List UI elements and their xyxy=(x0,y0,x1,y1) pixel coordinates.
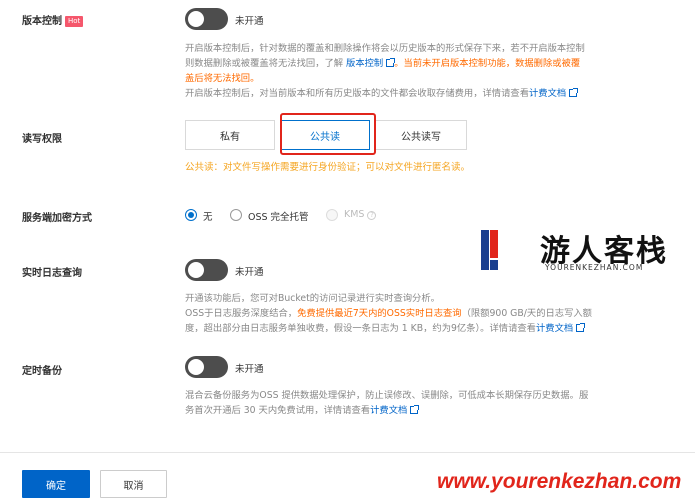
realtime-log-toggle[interactable] xyxy=(185,259,228,281)
watermark-logo-icon xyxy=(478,228,500,274)
highlight-box xyxy=(280,113,376,155)
versioning-doc-link[interactable]: 版本控制 xyxy=(346,58,396,69)
encryption-option-none[interactable]: 无 xyxy=(203,209,213,223)
encryption-label: 服务端加密方式 xyxy=(22,213,92,224)
acl-label: 读写权限 xyxy=(22,134,62,145)
help-icon[interactable]: ? xyxy=(367,211,377,220)
toggle-knob xyxy=(188,262,204,278)
realtime-log-toggle-state: 未开通 xyxy=(235,267,264,278)
versioning-label: 版本控制 Hot xyxy=(22,12,84,27)
backup-description: 混合云备份服务为OSS 提供数据处理保护，防止误修改、误删除，可低成本长期保存历… xyxy=(185,390,589,416)
versioning-billing-link[interactable]: 计费文档 xyxy=(529,88,579,99)
acl-tip: 公共读：对文件写操作需要进行身份验证；可以对文件进行匿名读。 xyxy=(185,162,471,173)
external-link-icon xyxy=(386,58,396,67)
realtime-log-billing-link[interactable]: 计费文档 xyxy=(536,323,586,334)
encryption-radio-oss[interactable] xyxy=(230,209,242,221)
realtime-log-description: 开通该功能后，您可对Bucket的访问记录进行实时查询分析。 OSS于日志服务深… xyxy=(185,293,592,334)
acl-option-private[interactable]: 私有 xyxy=(185,120,275,150)
external-link-icon xyxy=(569,88,579,97)
versioning-description: 开启版本控制后，针对数据的覆盖和删除操作将会以历史版本的形式保存下来，若不开启版… xyxy=(185,43,585,99)
versioning-toggle[interactable] xyxy=(185,8,228,30)
encryption-option-oss[interactable]: OSS 完全托管 xyxy=(248,209,309,223)
hot-badge: Hot xyxy=(65,16,84,27)
versioning-toggle-state: 未开通 xyxy=(235,16,264,27)
external-link-icon xyxy=(576,323,586,332)
watermark-url: www.yourenkezhan.com xyxy=(437,470,682,493)
confirm-button[interactable]: 确定 xyxy=(22,470,90,498)
toggle-knob xyxy=(188,11,204,27)
acl-option-public-read-write[interactable]: 公共读写 xyxy=(375,120,467,150)
encryption-radio-none[interactable] xyxy=(185,209,197,221)
backup-billing-link[interactable]: 计费文档 xyxy=(370,405,420,416)
realtime-log-label: 实时日志查询 xyxy=(22,268,82,279)
cancel-button[interactable]: 取消 xyxy=(100,470,167,498)
toggle-knob xyxy=(188,359,204,375)
watermark-brand-url: YOURENKEZHAN.COM xyxy=(545,263,644,272)
footer-divider xyxy=(0,452,695,453)
backup-label: 定时备份 xyxy=(22,366,62,377)
encryption-radio-kms xyxy=(326,209,338,221)
backup-toggle-state: 未开通 xyxy=(235,364,264,375)
encryption-option-kms: KMS? xyxy=(344,209,377,220)
backup-toggle[interactable] xyxy=(185,356,228,378)
external-link-icon xyxy=(410,405,420,414)
